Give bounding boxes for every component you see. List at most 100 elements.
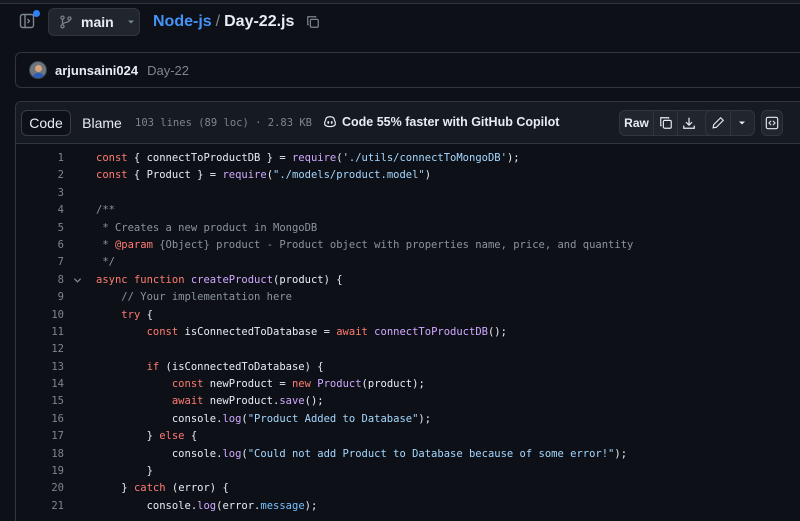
line-number[interactable]: 14 xyxy=(34,376,64,393)
git-branch-icon xyxy=(60,15,72,29)
file-viewer: Code Blame 103 lines (89 loc) · 2.83 KB … xyxy=(15,101,800,521)
code-line: 13 if (isConnectedToDatabase) { xyxy=(16,359,800,376)
line-number[interactable]: 11 xyxy=(34,324,64,341)
code-text: } xyxy=(96,465,153,478)
view-mode-tabs: Code Blame xyxy=(21,110,131,138)
line-number[interactable]: 5 xyxy=(34,220,64,237)
breadcrumb-repo-link[interactable]: Node-js xyxy=(153,13,212,31)
code-line: 2 const { Product } = require("./models/p… xyxy=(16,167,800,184)
line-number[interactable]: 12 xyxy=(34,341,64,358)
copy-icon xyxy=(307,16,320,28)
code-text: * @param {Object} product - Product obje… xyxy=(96,238,634,251)
fold-chevron-icon[interactable] xyxy=(71,272,83,289)
code-text: console.log("Could not add Product to Da… xyxy=(96,447,628,460)
line-number[interactable]: 18 xyxy=(34,446,64,463)
latest-commit-bar: arjunsaini024 Day-22 xyxy=(15,52,800,88)
line-number[interactable]: 10 xyxy=(34,307,64,324)
tab-code[interactable]: Code xyxy=(21,110,71,136)
line-number[interactable]: 16 xyxy=(34,411,64,428)
line-number[interactable]: 19 xyxy=(34,463,64,480)
code-text: // Your implementation here xyxy=(96,291,292,304)
breadcrumb-separator: / xyxy=(215,13,221,30)
copilot-promo-link[interactable]: Code 55% faster with GitHub Copilot xyxy=(323,115,559,129)
line-number[interactable]: 3 xyxy=(34,185,64,202)
code-line: 14 const newProduct = new Product(produc… xyxy=(16,376,800,393)
code-line: 18 console.log("Could not add Product to… xyxy=(16,446,800,463)
notification-dot xyxy=(33,10,40,17)
code-text: * Creates a new product in MongoDB xyxy=(96,221,318,234)
code-text: const { Product } = require("./models/pr… xyxy=(96,169,432,182)
code-line: 20 } catch (error) { xyxy=(16,480,800,497)
code-text: await newProduct.save(); xyxy=(171,395,324,408)
edit-actions-group xyxy=(705,110,755,136)
breadcrumb-file-name: Day-22.js xyxy=(224,13,295,30)
code-text: try { xyxy=(121,308,153,321)
symbols-panel-icon xyxy=(765,116,779,130)
raw-button[interactable]: Raw xyxy=(620,111,654,135)
code-line: 12 xyxy=(16,341,800,358)
file-toolbar: Code Blame 103 lines (89 loc) · 2.83 KB … xyxy=(16,102,800,144)
chevron-down-icon xyxy=(739,121,746,125)
code-line: 5 * Creates a new product in MongoDB xyxy=(16,220,800,237)
chevron-down-icon xyxy=(127,20,134,24)
sidebar-toggle-button[interactable] xyxy=(19,10,40,31)
download-icon xyxy=(683,117,695,129)
code-line: 8 async function createProduct(product) { xyxy=(16,272,800,289)
line-number[interactable]: 4 xyxy=(34,202,64,219)
symbols-panel-button[interactable] xyxy=(761,110,783,136)
line-number[interactable]: 8 xyxy=(34,272,64,289)
line-number[interactable]: 2 xyxy=(34,167,64,184)
code-text: const newProduct = new Product(product); xyxy=(171,378,425,391)
code-line: 19 } xyxy=(16,463,800,480)
code-line: 17 } else { xyxy=(16,428,800,445)
code-line: 15 await newProduct.save(); xyxy=(16,393,800,410)
download-button[interactable] xyxy=(677,111,700,135)
edit-options-button[interactable] xyxy=(729,111,754,135)
line-number[interactable]: 21 xyxy=(34,498,64,515)
code-line: 3 xyxy=(16,185,800,202)
line-number[interactable]: 15 xyxy=(34,393,64,410)
code-text: /** xyxy=(96,204,115,217)
code-line: 6 * @param {Object} product - Product ob… xyxy=(16,237,800,254)
line-number[interactable]: 1 xyxy=(34,150,64,167)
code-line: 4 /** xyxy=(16,202,800,219)
line-number[interactable]: 9 xyxy=(34,289,64,306)
tab-blame[interactable]: Blame xyxy=(73,110,131,136)
file-stats: 103 lines (89 loc) · 2.83 KB xyxy=(135,117,313,129)
code-line: 7 */ xyxy=(16,254,800,271)
copilot-icon xyxy=(324,116,336,128)
code-text: } else { xyxy=(96,430,198,443)
code-view: 1 const { connectToProductDB } = require(… xyxy=(16,150,800,515)
code-text: if (isConnectedToDatabase) { xyxy=(146,360,324,373)
code-text: console.log(error.message); xyxy=(96,499,318,512)
code-line: 21 console.log(error.message); xyxy=(16,498,800,515)
code-text: */ xyxy=(96,256,115,269)
commit-author-link[interactable]: arjunsaini024 xyxy=(55,63,138,78)
line-number[interactable]: 20 xyxy=(34,480,64,497)
copy-raw-button[interactable] xyxy=(654,111,677,135)
line-number[interactable]: 13 xyxy=(34,359,64,376)
branch-name: main xyxy=(81,14,114,30)
code-line: 10 try { xyxy=(16,307,800,324)
code-text: async function createProduct(product) { xyxy=(96,273,343,286)
code-line: 9 // Your implementation here xyxy=(16,289,800,306)
copilot-promo-text: Code 55% faster with GitHub Copilot xyxy=(342,115,560,129)
code-line: 16 console.log("Product Added to Databas… xyxy=(16,411,800,428)
code-text: } catch (error) { xyxy=(96,482,229,495)
line-number[interactable]: 6 xyxy=(34,237,64,254)
edit-file-button[interactable] xyxy=(706,111,730,135)
copy-icon xyxy=(659,117,672,129)
code-line: 11 const isConnectedToDatabase = await c… xyxy=(16,324,800,341)
line-number[interactable]: 17 xyxy=(34,428,64,445)
avatar[interactable] xyxy=(29,61,47,79)
commit-message-link[interactable]: Day-22 xyxy=(147,63,189,78)
code-text: const isConnectedToDatabase = await conn… xyxy=(146,325,507,338)
pencil-icon xyxy=(712,116,725,129)
code-line: 1 const { connectToProductDB } = require(… xyxy=(16,150,800,167)
line-number[interactable]: 7 xyxy=(34,254,64,271)
branch-selector-button[interactable]: main xyxy=(48,8,140,36)
breadcrumb: Node-js / Day-22.js xyxy=(153,13,320,31)
code-text: const { connectToProductDB } = require('… xyxy=(96,152,520,164)
file-header-bar: main Node-js / Day-22.js xyxy=(0,4,800,42)
copy-path-button[interactable] xyxy=(306,15,320,29)
